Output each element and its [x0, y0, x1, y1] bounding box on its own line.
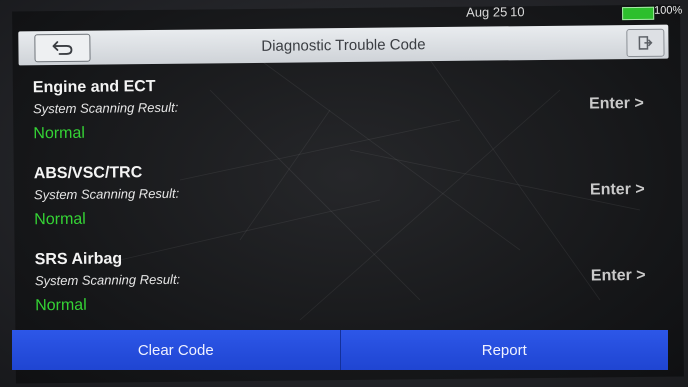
status-time: 10	[510, 4, 525, 20]
exit-button[interactable]	[626, 28, 665, 58]
screen: Aug 25 10 100% Diagnostic Trouble Code E…	[12, 4, 684, 384]
clear-code-button[interactable]: Clear Code	[12, 330, 340, 370]
exit-icon	[638, 36, 653, 50]
enter-button-abs[interactable]: Enter >	[590, 181, 645, 200]
battery-level: 100%	[654, 4, 683, 17]
system-result-value: Normal	[34, 210, 86, 229]
system-item-abs: ABS/VSC/TRC System Scanning Result: Norm…	[34, 159, 665, 246]
system-name: SRS Airbag	[34, 250, 123, 269]
status-date: Aug 25	[466, 4, 508, 20]
system-result-value: Normal	[33, 124, 86, 143]
title-bar: Diagnostic Trouble Code	[18, 24, 669, 66]
enter-button-engine[interactable]: Enter >	[589, 95, 644, 114]
system-result-label: System Scanning Result:	[33, 99, 179, 117]
system-result-label: System Scanning Result:	[34, 271, 181, 289]
system-result-label: System Scanning Result:	[33, 185, 180, 203]
system-item-engine: Engine and ECT System Scanning Result: N…	[33, 73, 664, 160]
report-button[interactable]: Report	[339, 330, 668, 370]
battery-icon	[622, 6, 655, 21]
system-name: ABS/VSC/TRC	[33, 164, 143, 183]
system-result-value: Normal	[35, 296, 87, 315]
system-item-srs: SRS Airbag System Scanning Result: Norma…	[35, 245, 666, 332]
page-title: Diagnostic Trouble Code	[261, 36, 426, 55]
enter-button-srs[interactable]: Enter >	[591, 267, 646, 286]
system-name: Engine and ECT	[32, 78, 156, 97]
footer-bar: Clear Code Report	[12, 330, 668, 370]
